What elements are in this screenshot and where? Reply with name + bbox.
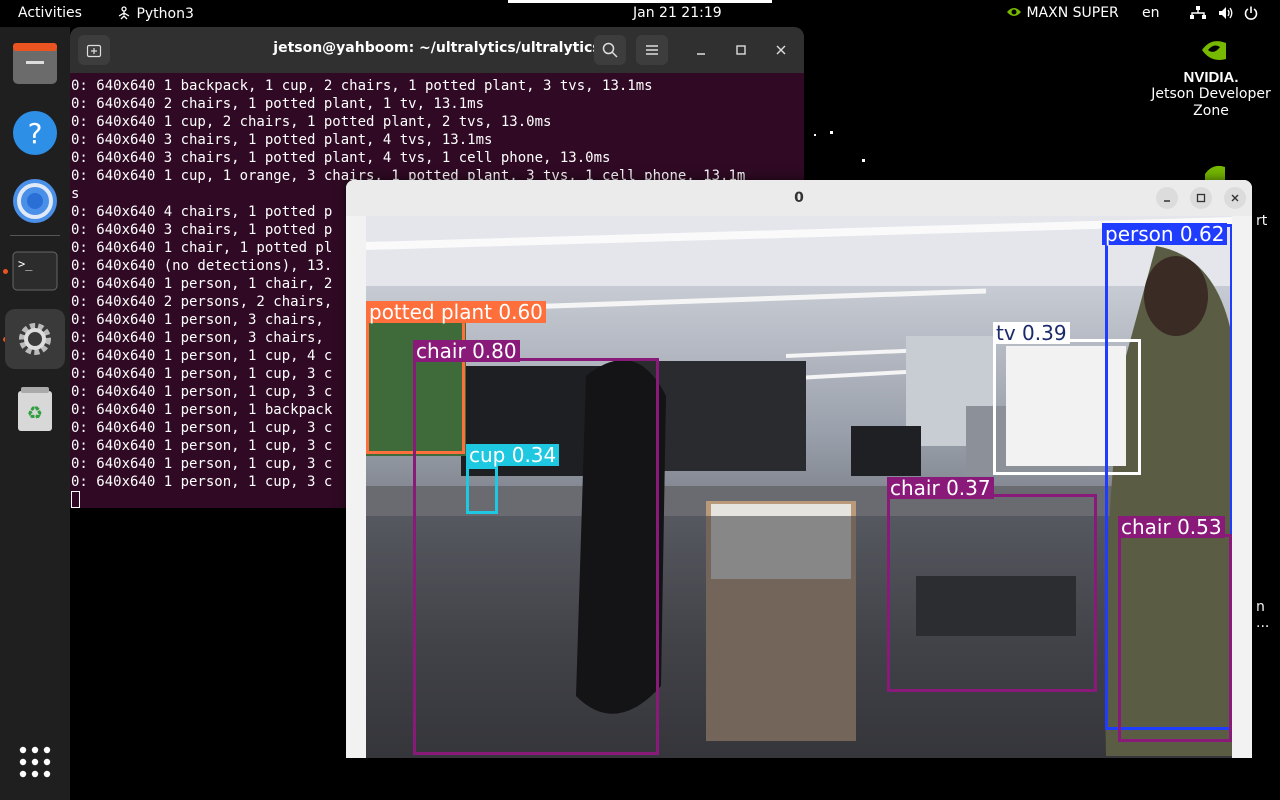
search-button[interactable] — [594, 35, 626, 65]
app-menu[interactable]: Python3 — [116, 5, 194, 22]
minimize-icon — [1164, 200, 1170, 202]
minimize-button[interactable] — [685, 35, 717, 65]
terminal-line: 0: 640x640 1 backpack, 1 cup, 2 chairs, … — [71, 78, 653, 94]
terminal-line: 0: 640x640 1 person, 1 chair, 2 — [71, 276, 333, 292]
show-apps-button[interactable] — [18, 745, 52, 779]
terminal-line: 0: 640x640 1 person, 3 chairs, — [71, 312, 324, 328]
terminal-line: 0: 640x640 1 person, 1 cup, 3 c — [71, 384, 333, 400]
trash-dock-item[interactable]: ♻ — [5, 379, 65, 439]
network-icon[interactable] — [1190, 6, 1206, 24]
maximize-icon — [1196, 193, 1206, 203]
detection-label-person: person 0.62 — [1102, 223, 1228, 245]
files-dock-item[interactable] — [5, 34, 65, 94]
dock-separator — [10, 235, 60, 236]
app-name: Python3 — [136, 6, 194, 22]
terminal-line: 0: 640x640 1 chair, 1 potted pl — [71, 240, 333, 256]
image-window-title: 0 — [794, 190, 804, 206]
help-icon: ? — [13, 111, 57, 155]
detection-label-chair: chair 0.37 — [887, 477, 994, 499]
minimize-icon — [697, 53, 705, 55]
detection-label-chair: chair 0.53 — [1118, 516, 1225, 538]
terminal-line: 0: 640x640 (no detections), 13. — [71, 258, 333, 274]
trash-icon: ♻ — [18, 387, 52, 431]
chromium-dock-item[interactable] — [5, 171, 65, 231]
terminal-line: 0: 640x640 1 person, 1 cup, 3 c — [71, 438, 333, 454]
terminal-line: 0: 640x640 1 person, 1 cup, 4 c — [71, 348, 333, 364]
volume-icon[interactable] — [1218, 6, 1234, 24]
detection-label-cup: cup 0.34 — [466, 444, 560, 466]
terminal-line: 0: 640x640 3 chairs, 1 potted plant, 4 t… — [71, 150, 611, 166]
folder-icon — [13, 43, 57, 84]
desktop-speck — [830, 131, 833, 134]
desktop-speck — [814, 134, 816, 136]
nvidia-tray-icon — [1007, 8, 1021, 16]
language-indicator[interactable]: en — [1142, 5, 1160, 21]
detection-box-chair — [413, 358, 659, 755]
detection-image-window[interactable]: 0 potted plant 0.60 chair 0.80 cup 0.34 … — [346, 180, 1252, 758]
activities-button[interactable]: Activities — [18, 5, 82, 21]
terminal-line: 0: 640x640 4 chairs, 1 potted p — [71, 204, 333, 220]
terminal-line: s — [71, 186, 80, 202]
terminal-cursor — [71, 491, 80, 508]
svg-text:?: ? — [28, 117, 43, 150]
app-grid-icon — [19, 746, 51, 778]
svg-text:♻: ♻ — [27, 403, 43, 424]
nvidia-eye-icon — [1202, 41, 1226, 60]
minimize-button[interactable] — [1156, 187, 1178, 209]
terminal-line: 0: 640x640 2 chairs, 1 potted plant, 1 t… — [71, 96, 485, 112]
terminal-line: 0: 640x640 1 person, 1 backpack — [71, 402, 333, 418]
image-window-titlebar[interactable]: 0 — [346, 180, 1252, 216]
terminal-line: 0: 640x640 1 person, 1 cup, 3 c — [71, 420, 333, 436]
chromium-icon — [13, 179, 57, 223]
clock-highlight — [508, 0, 772, 3]
terminal-titlebar[interactable]: jetson@yahboom: ~/ultralytics/ultralytic… — [70, 27, 804, 73]
detection-box-cup — [466, 466, 498, 514]
power-mode-label: MAXN SUPER — [1026, 5, 1119, 21]
detection-label-tv: tv 0.39 — [993, 322, 1070, 344]
desktop-partial-label: rt — [1256, 213, 1268, 229]
gear-icon — [19, 323, 51, 355]
close-icon — [776, 45, 786, 55]
detection-box-chair — [1118, 534, 1232, 742]
terminal-line: 0: 640x640 1 person, 1 cup, 3 c — [71, 366, 333, 382]
dock: ? >_ ♻ — [0, 27, 70, 800]
svg-text:>_: >_ — [18, 257, 33, 271]
power-mode-indicator[interactable]: MAXN SUPER — [1006, 5, 1119, 21]
close-button[interactable] — [1224, 187, 1246, 209]
help-dock-item[interactable]: ? — [5, 103, 65, 163]
maximize-button[interactable] — [1190, 187, 1212, 209]
hamburger-icon — [646, 45, 658, 55]
settings-dock-item[interactable] — [5, 309, 65, 369]
detection-label-chair: chair 0.80 — [413, 340, 520, 362]
top-bar: Activities Python3 Jan 21 21:19 MAXN SUP… — [0, 0, 1280, 27]
search-icon — [602, 42, 618, 58]
terminal-dock-item[interactable]: >_ — [5, 241, 65, 301]
terminal-icon: >_ — [12, 251, 58, 291]
python-app-icon — [118, 6, 130, 20]
maximize-icon — [736, 45, 746, 55]
terminal-line: 0: 640x640 1 person, 1 cup, 3 c — [71, 474, 333, 490]
clock[interactable]: Jan 21 21:19 — [633, 5, 722, 21]
detection-label-potted-plant: potted plant 0.60 — [366, 301, 546, 323]
nvidia-wordmark: NVIDIA. — [1183, 69, 1239, 86]
jetson-zone-label[interactable]: Jetson Developer Zone — [1146, 86, 1276, 120]
close-button[interactable] — [765, 35, 797, 65]
desktop-partial-label: ... — [1256, 615, 1270, 631]
close-icon — [1231, 194, 1239, 202]
terminal-line: 0: 640x640 1 person, 3 chairs, — [71, 330, 324, 346]
maximize-button[interactable] — [725, 35, 757, 65]
terminal-line: 0: 640x640 1 person, 1 cup, 3 c — [71, 456, 333, 472]
terminal-line: 0: 640x640 1 cup, 2 chairs, 1 potted pla… — [71, 114, 552, 130]
menu-button[interactable] — [636, 35, 668, 65]
terminal-line: 0: 640x640 3 chairs, 1 potted p — [71, 222, 333, 238]
camera-frame: potted plant 0.60 chair 0.80 cup 0.34 tv… — [366, 216, 1232, 758]
nvidia-desktop-icon[interactable]: NVIDIA. — [1180, 35, 1242, 86]
terminal-line: 0: 640x640 3 chairs, 1 potted plant, 4 t… — [71, 132, 493, 148]
terminal-line: 0: 640x640 2 persons, 2 chairs, — [71, 294, 333, 310]
power-icon[interactable] — [1244, 6, 1258, 24]
desktop-partial-label: n — [1256, 599, 1265, 615]
detection-box-chair — [887, 494, 1097, 692]
desktop-speck — [862, 159, 865, 162]
